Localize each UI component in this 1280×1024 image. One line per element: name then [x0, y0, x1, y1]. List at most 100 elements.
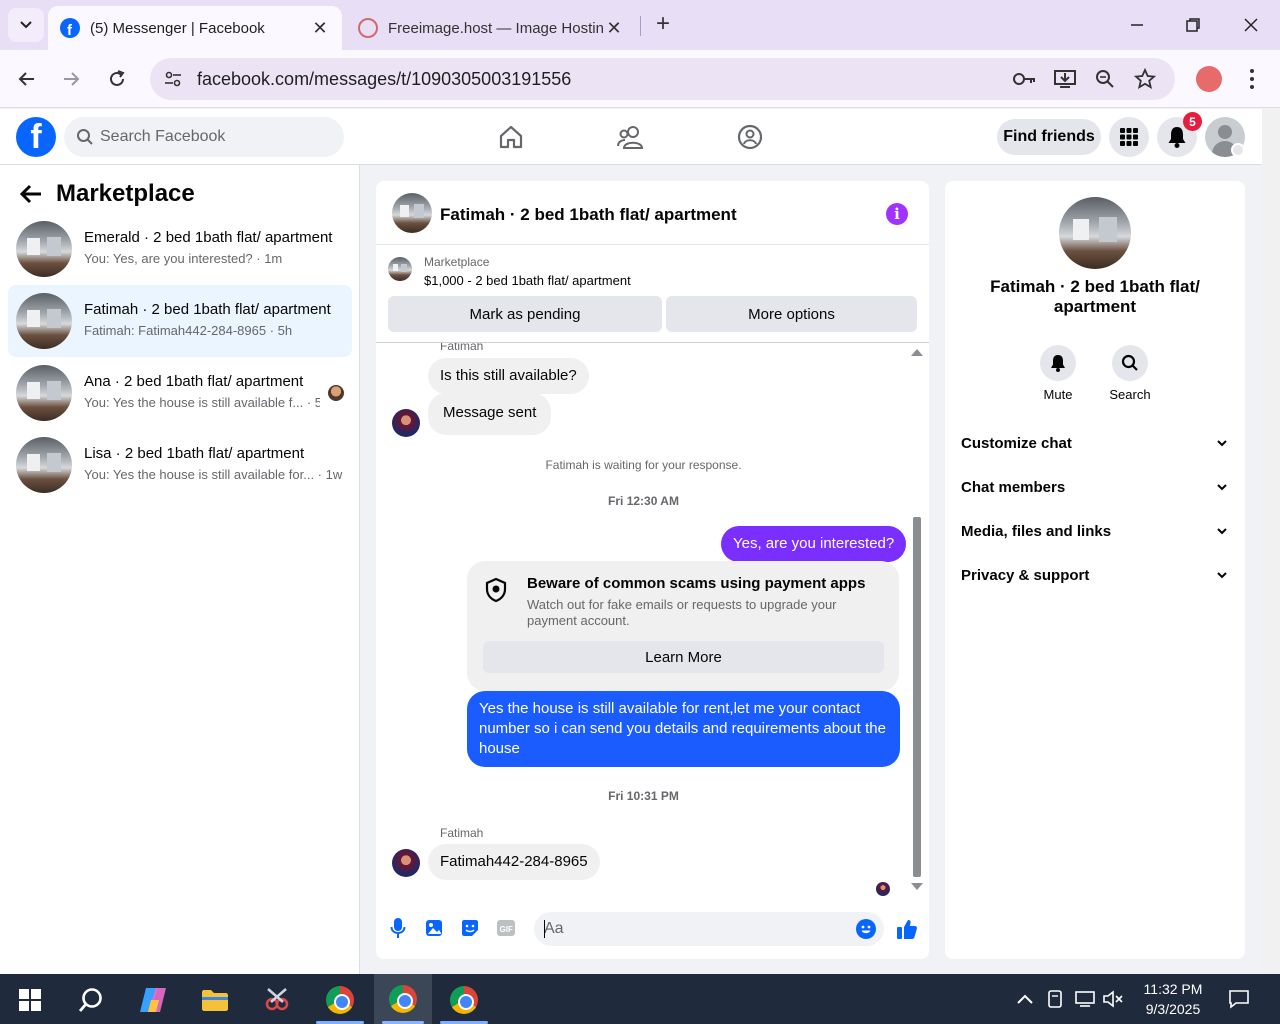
chat-listing-thumbnail[interactable]	[392, 193, 432, 233]
freeimage-favicon-icon	[358, 18, 378, 38]
windows-start-icon[interactable]	[4, 979, 56, 1021]
close-tab-icon[interactable]: ✕	[310, 18, 330, 39]
scroll-thumb[interactable]	[913, 517, 921, 877]
message-bubble-incoming[interactable]: Is this still available?	[428, 358, 589, 394]
sender-avatar[interactable]	[392, 409, 420, 437]
mute-label: Mute	[1043, 387, 1073, 402]
conversation-item-ana[interactable]: Ana · 2 bed 1bath flat/ apartment You: Y…	[8, 357, 352, 429]
chevron-down-icon	[1215, 524, 1229, 538]
conversation-preview: You: Yes the house is still available f.…	[84, 395, 320, 410]
message-composer: GIF	[376, 904, 929, 959]
listing-profile-image[interactable]	[1059, 197, 1131, 269]
tray-device-icon[interactable]	[1044, 988, 1066, 1010]
arrow-left-icon	[18, 72, 34, 86]
browser-menu-icon[interactable]	[1242, 66, 1262, 92]
new-tab-button[interactable]: +	[650, 12, 676, 38]
back-button[interactable]	[10, 62, 44, 96]
search-icon	[77, 129, 93, 145]
search-input[interactable]	[100, 117, 336, 157]
facebook-search[interactable]	[64, 117, 344, 157]
notification-center-icon[interactable]	[1228, 988, 1250, 1010]
section-label: Privacy & support	[961, 566, 1090, 584]
install-app-icon[interactable]	[1053, 67, 1077, 91]
menu-grid-button[interactable]	[1109, 117, 1149, 157]
chat-members-section[interactable]: Chat members	[961, 467, 1229, 507]
restore-button[interactable]	[1178, 12, 1208, 38]
chat-scrollbar[interactable]	[911, 349, 923, 890]
close-window-button[interactable]	[1236, 12, 1266, 38]
friends-nav-icon[interactable]	[617, 123, 645, 151]
sender-avatar[interactable]	[392, 849, 420, 877]
minimize-button[interactable]	[1122, 12, 1152, 38]
site-settings-icon[interactable]	[162, 68, 184, 90]
svg-text:f: f	[67, 22, 73, 38]
mute-button[interactable]: Mute	[1028, 345, 1088, 402]
conversation-name: Fatimah · 2 bed 1bath flat/ apartment	[84, 301, 331, 318]
timestamp-divider: Fri 12:30 AM	[608, 494, 679, 508]
taskbar-search-icon[interactable]	[65, 979, 117, 1021]
network-icon[interactable]	[1074, 988, 1096, 1010]
message-bubble-outgoing[interactable]: Yes, are you interested?	[721, 526, 907, 562]
scroll-up-arrow-icon[interactable]	[911, 349, 923, 356]
sender-name: Fatimah	[440, 826, 484, 840]
microphone-icon[interactable]	[387, 917, 409, 939]
message-input[interactable]	[544, 912, 844, 946]
zoom-icon[interactable]	[1093, 67, 1117, 91]
emoji-icon[interactable]	[856, 919, 876, 939]
snipping-tool-icon[interactable]	[251, 979, 303, 1021]
conversation-name: Lisa · 2 bed 1bath flat/ apartment	[84, 445, 305, 462]
message-input-field[interactable]	[534, 912, 884, 946]
bell-icon	[1040, 345, 1076, 381]
bookmark-star-icon[interactable]	[1133, 67, 1157, 91]
conversation-item-lisa[interactable]: Lisa · 2 bed 1bath flat/ apartment You: …	[8, 429, 352, 501]
text-caret	[544, 920, 545, 938]
password-key-icon[interactable]	[1013, 67, 1037, 91]
media-files-links-section[interactable]: Media, files and links	[961, 511, 1229, 551]
account-chevron-icon[interactable]	[1231, 143, 1245, 157]
privacy-support-section[interactable]: Privacy & support	[961, 555, 1229, 595]
conversation-item-emerald[interactable]: Emerald · 2 bed 1bath flat/ apartment Yo…	[8, 213, 352, 285]
search-in-conversation-button[interactable]: Search	[1100, 345, 1160, 402]
groups-nav-icon[interactable]	[736, 123, 764, 151]
conversation-item-fatimah[interactable]: Fatimah · 2 bed 1bath flat/ apartment Fa…	[8, 285, 352, 357]
tab-search-button[interactable]	[8, 8, 44, 42]
reload-button[interactable]	[100, 62, 134, 96]
copilot-icon[interactable]	[127, 979, 179, 1021]
message-bubble-outgoing[interactable]: Yes the house is still available for ren…	[467, 691, 900, 767]
thumbs-up-icon[interactable]	[895, 917, 919, 941]
tab-freeimage[interactable]: Freeimage.host — Image Hosting ✕	[346, 6, 636, 50]
chrome-icon	[326, 986, 354, 1014]
forward-button[interactable]	[54, 62, 88, 96]
more-options-button[interactable]: More options	[666, 296, 917, 332]
customize-chat-section[interactable]: Customize chat	[961, 423, 1229, 463]
close-tab-icon[interactable]: ✕	[604, 18, 624, 39]
chrome-taskbar-icon[interactable]	[314, 979, 366, 1021]
chrome-active-taskbar-icon[interactable]	[374, 974, 432, 1024]
message-bubble-incoming[interactable]: Fatimah442-284-8965	[428, 844, 600, 880]
home-nav-icon[interactable]	[497, 123, 525, 151]
sticker-icon[interactable]	[459, 917, 481, 939]
taskbar-clock[interactable]: 11:32 PM 9/3/2025	[1136, 979, 1210, 1019]
chrome-taskbar-icon[interactable]	[438, 979, 490, 1021]
chat-title[interactable]: Fatimah · 2 bed 1bath flat/ apartment	[440, 205, 737, 225]
volume-muted-icon[interactable]	[1102, 988, 1124, 1010]
scroll-down-arrow-icon[interactable]	[911, 883, 923, 890]
tray-chevron-up-icon[interactable]	[1014, 988, 1036, 1010]
page-scrollbar[interactable]	[1262, 109, 1280, 974]
listing-thumbnail[interactable]	[388, 257, 412, 281]
learn-more-button[interactable]: Learn More	[483, 641, 884, 673]
message-bubble-incoming[interactable]: Message sent	[428, 393, 552, 435]
facebook-logo-icon[interactable]: f	[16, 117, 56, 157]
info-icon[interactable]: i	[886, 203, 908, 225]
chat-header: Fatimah · 2 bed 1bath flat/ apartment i	[376, 181, 929, 245]
listing-price-title[interactable]: $1,000 - 2 bed 1bath flat/ apartment	[424, 273, 631, 288]
gif-icon[interactable]: GIF	[495, 917, 517, 939]
back-arrow-icon[interactable]	[16, 179, 46, 209]
file-explorer-icon[interactable]	[189, 979, 241, 1021]
mark-as-pending-button[interactable]: Mark as pending	[388, 296, 662, 332]
browser-profile-avatar[interactable]	[1196, 66, 1222, 92]
photo-icon[interactable]	[423, 917, 445, 939]
address-bar[interactable]: facebook.com/messages/t/1090305003191556	[150, 58, 1175, 100]
find-friends-button[interactable]: Find friends	[997, 119, 1101, 155]
tab-messenger[interactable]: f (5) Messenger | Facebook ✕	[48, 6, 342, 50]
